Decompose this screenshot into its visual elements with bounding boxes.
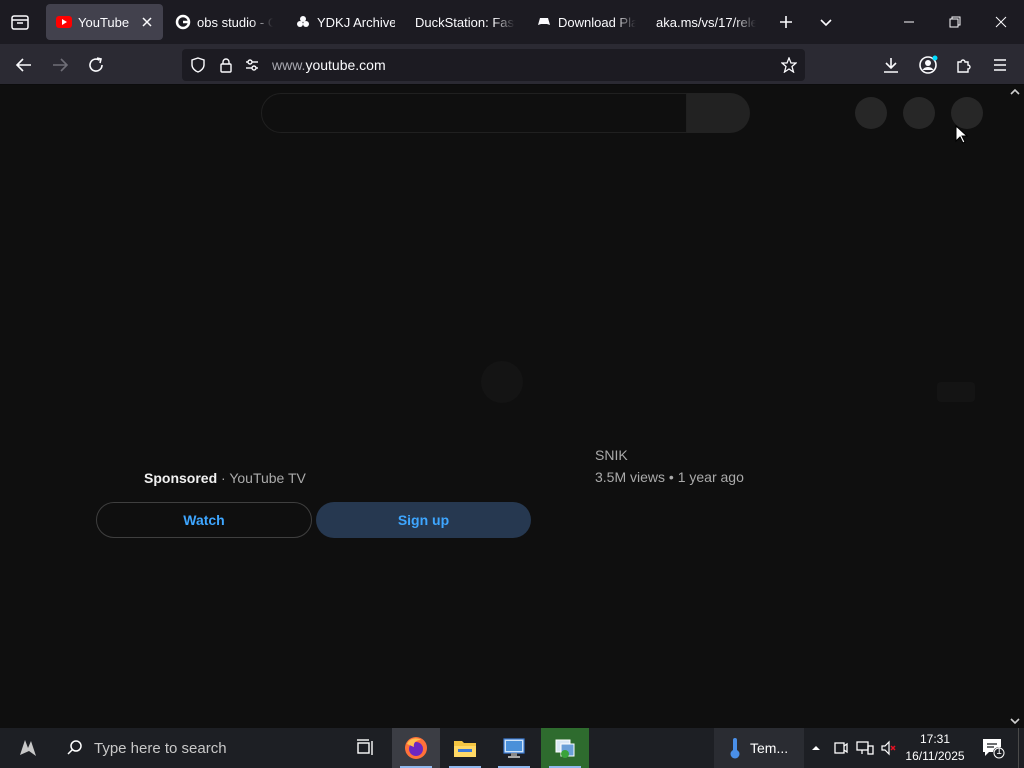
puzzle-piece-icon — [957, 59, 971, 73]
scroll-up-arrow-icon[interactable] — [1008, 85, 1022, 99]
permissions-icon[interactable] — [244, 57, 260, 73]
hamburger-menu-icon — [994, 59, 1006, 71]
arrow-right-icon — [53, 58, 69, 72]
extensions-button[interactable] — [951, 52, 977, 78]
taskbar-file-explorer[interactable] — [441, 728, 489, 768]
mouse-cursor-icon — [955, 125, 969, 144]
firefox-view-button[interactable] — [8, 10, 32, 34]
notification-icon — [983, 739, 1005, 759]
clock-time: 17:31 — [919, 732, 951, 746]
tab-download-play[interactable]: Download Play — [536, 4, 636, 40]
taskbar-clock[interactable]: 17:31 16/11/2025 — [900, 731, 970, 765]
taskbar-remote-desktop[interactable] — [490, 728, 538, 768]
video-metadata: 3.5M views • 1 year ago — [595, 469, 744, 485]
youtube-page: Sponsored · YouTube TV Watch Sign up SNI… — [0, 85, 1024, 728]
app-menu-button[interactable] — [987, 52, 1013, 78]
chevron-down-icon — [820, 19, 832, 27]
action-center-button[interactable]: 1 — [980, 736, 1006, 760]
tab-label: YDKJ Archive — [317, 14, 395, 30]
archive-icon — [295, 14, 311, 30]
separator: · — [217, 470, 230, 486]
video-channel-name[interactable]: SNIK — [595, 447, 628, 463]
bookmark-star-icon[interactable] — [781, 57, 797, 73]
downloads-button[interactable] — [878, 52, 904, 78]
tracking-protection-shield-icon[interactable] — [190, 57, 206, 73]
download-icon — [884, 58, 898, 73]
duration-badge-placeholder — [937, 382, 975, 402]
network-icon[interactable] — [855, 738, 875, 758]
computer-icon — [503, 738, 525, 758]
folder-icon — [454, 741, 476, 757]
task-view-button[interactable] — [342, 728, 390, 768]
show-desktop-button[interactable] — [1018, 728, 1019, 768]
search-icon — [67, 740, 82, 755]
clock-date: 16/11/2025 — [905, 749, 965, 763]
restore-icon — [949, 16, 961, 28]
search-box-placeholder[interactable] — [261, 93, 687, 133]
weather-label: Tem... — [750, 740, 789, 756]
arrow-left-icon — [15, 58, 31, 72]
restore-button[interactable] — [932, 0, 978, 44]
tab-label: YouTube — [78, 14, 130, 30]
taskbar-firefox[interactable] — [392, 728, 440, 768]
tray-app-icon[interactable] — [831, 738, 851, 758]
sponsored-label: Sponsored — [144, 470, 218, 486]
firefox-icon — [405, 737, 427, 759]
firefox-view-icon — [11, 15, 29, 30]
header-button-placeholder[interactable] — [855, 97, 887, 129]
url-prefix: www. — [272, 57, 306, 73]
show-hidden-icons-button[interactable] — [806, 738, 826, 758]
volume-muted-icon[interactable] — [879, 738, 899, 758]
tab-ydkj-archive[interactable]: YDKJ Archive — [295, 4, 395, 40]
notification-count: 1 — [996, 746, 1002, 757]
tab-obs-studio[interactable]: obs studio - G — [175, 4, 273, 40]
tab-aka-ms[interactable]: aka.ms/vs/17/relea — [656, 4, 756, 40]
task-view-icon — [357, 739, 373, 755]
tab-youtube[interactable]: YouTube — [46, 4, 163, 40]
account-icon — [919, 55, 938, 74]
taskbar-weather[interactable]: Tem... — [714, 728, 804, 768]
start-logo-icon — [20, 740, 36, 756]
header-button-placeholder[interactable] — [903, 97, 935, 129]
taskbar-search[interactable]: Type here to search — [56, 728, 344, 768]
start-button[interactable] — [0, 728, 56, 768]
tab-strip: YouTube obs studio - G YDKJ Archive Duck… — [0, 0, 1024, 44]
thermometer-icon — [730, 738, 740, 759]
url-domain: youtube.com — [305, 57, 386, 73]
url-text[interactable]: www.youtube.com — [272, 57, 386, 73]
installer-icon — [555, 739, 575, 758]
minimize-button[interactable] — [886, 0, 932, 44]
search-button-placeholder[interactable] — [687, 93, 750, 133]
watch-button[interactable]: Watch — [96, 502, 312, 538]
address-bar[interactable]: www.youtube.com — [182, 49, 805, 81]
account-button[interactable] — [915, 52, 941, 78]
loading-spinner-placeholder — [481, 361, 523, 403]
close-tab-icon[interactable] — [139, 14, 155, 30]
youtube-icon — [56, 14, 72, 30]
close-window-button[interactable] — [978, 0, 1024, 44]
list-all-tabs-button[interactable] — [814, 10, 838, 34]
search-placeholder: Type here to search — [94, 739, 227, 757]
taskbar-installer[interactable] — [541, 728, 589, 768]
scroll-down-arrow-icon[interactable] — [1008, 714, 1022, 728]
sign-up-button[interactable]: Sign up — [316, 502, 531, 538]
windows-taskbar: Type here to search Tem... 17:31 16/11/2… — [0, 728, 1024, 768]
ad-info: Sponsored · YouTube TV — [144, 470, 306, 486]
plus-icon — [780, 16, 792, 28]
new-tab-button[interactable] — [774, 10, 798, 34]
chevron-up-icon — [812, 746, 820, 750]
lock-icon[interactable] — [218, 57, 234, 73]
advertiser-name: YouTube TV — [229, 470, 306, 486]
close-icon — [995, 16, 1007, 28]
google-icon — [175, 14, 191, 30]
back-button[interactable] — [11, 52, 37, 78]
navigation-toolbar: www.youtube.com — [0, 44, 1024, 85]
gamepad-icon — [536, 14, 552, 30]
reload-button[interactable] — [83, 52, 109, 78]
minimize-icon — [904, 21, 914, 23]
reload-icon — [89, 57, 103, 72]
forward-button[interactable] — [47, 52, 73, 78]
tab-duckstation[interactable]: DuckStation: Fast P — [415, 4, 515, 40]
